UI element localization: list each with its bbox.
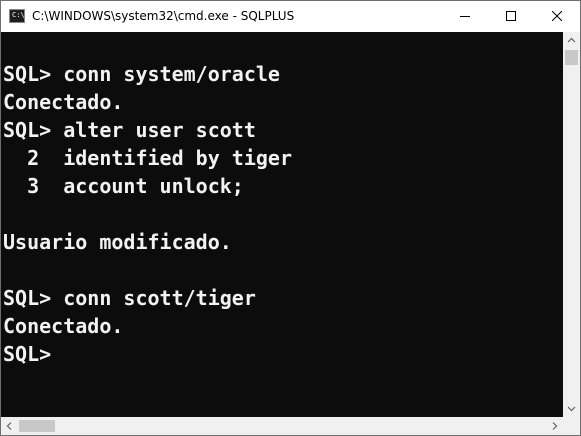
scroll-left-button[interactable] <box>1 417 18 435</box>
console-app-icon-glyph: C:\ <box>12 11 25 19</box>
console-line: SQL> alter user scott <box>3 118 256 142</box>
console-line: SQL> conn system/oracle <box>3 62 280 86</box>
scroll-right-button[interactable] <box>546 417 563 435</box>
horizontal-scroll-thumb[interactable] <box>19 420 55 432</box>
console-line: Usuario modificado. <box>3 230 232 254</box>
scroll-down-button[interactable] <box>563 400 580 417</box>
vertical-scroll-thumb[interactable] <box>565 50 578 65</box>
console-line: 3 account unlock; <box>3 174 244 198</box>
console-output[interactable]: SQL> conn system/oracle Conectado. SQL> al… <box>1 32 563 417</box>
console-line: Conectado. <box>3 314 124 338</box>
vertical-scrollbar[interactable] <box>563 32 580 417</box>
title-bar[interactable]: C:\ C:\WINDOWS\system32\cmd.exe - SQLPLU… <box>1 1 580 32</box>
maximize-icon <box>506 11 516 21</box>
console-text: SQL> conn system/oracle Conectado. SQL> al… <box>3 60 292 368</box>
scroll-right-arrow-icon <box>552 422 558 430</box>
minimize-icon <box>460 16 470 17</box>
scroll-down-arrow-icon <box>567 406 576 412</box>
scrollbar-corner <box>563 417 580 435</box>
close-icon <box>552 11 562 21</box>
console-app-icon[interactable]: C:\ <box>9 9 25 23</box>
close-button[interactable] <box>534 1 580 32</box>
cmd-window: C:\ C:\WINDOWS\system32\cmd.exe - SQLPLU… <box>0 0 581 436</box>
scroll-left-arrow-icon <box>6 422 12 430</box>
minimize-button[interactable] <box>442 1 488 32</box>
console-line: 2 identified by tiger <box>3 146 292 170</box>
scroll-up-arrow-icon <box>567 37 576 43</box>
scroll-up-button[interactable] <box>563 32 580 49</box>
console-line: Conectado. <box>3 90 124 114</box>
horizontal-scrollbar[interactable] <box>1 417 563 435</box>
maximize-button[interactable] <box>488 1 534 32</box>
window-title: C:\WINDOWS\system32\cmd.exe - SQLPLUS <box>32 9 295 23</box>
console-line: SQL> conn scott/tiger <box>3 286 256 310</box>
console-prompt-line: SQL> <box>3 342 52 366</box>
